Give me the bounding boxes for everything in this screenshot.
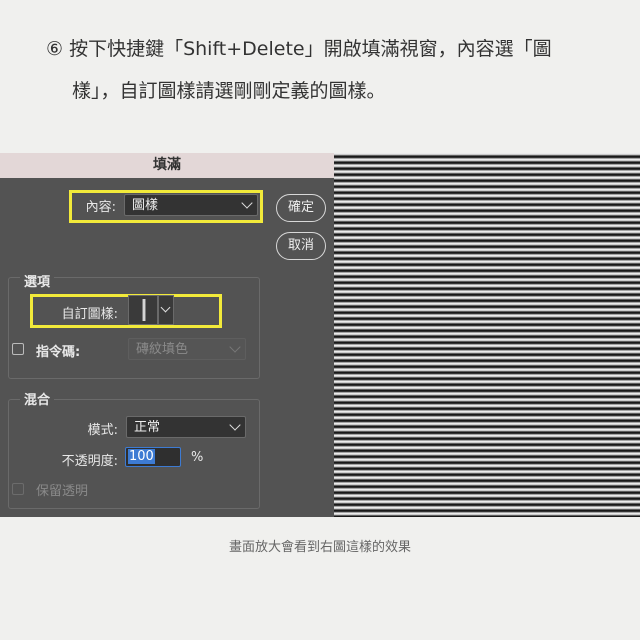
pattern-thumbnail	[142, 299, 146, 321]
instruction-line-2: 樣」，自訂圖樣請選剛剛定義的圖樣。	[72, 80, 386, 102]
caption: 畫面放大會看到右圖這樣的效果	[228, 540, 411, 555]
content-label: 內容:	[85, 200, 116, 215]
options-heading: 選項	[20, 271, 55, 290]
custom-pattern-label: 自訂圖樣:	[61, 307, 118, 322]
content-select[interactable]: 圖樣	[124, 194, 258, 216]
chevron-down-icon	[241, 197, 253, 209]
pattern-preview-image	[334, 153, 640, 517]
options-group	[8, 277, 260, 379]
mode-select-value: 正常	[134, 420, 161, 435]
script-select[interactable]: 磚紋填色	[128, 338, 246, 360]
opacity-label: 不透明度:	[61, 454, 118, 469]
chevron-down-icon	[229, 419, 241, 431]
opacity-unit: %	[191, 450, 204, 465]
chevron-down-icon	[160, 302, 171, 313]
fill-dialog: 填滿 內容: 圖樣 確定 取消 選項 自訂圖樣: 指令碼: 磚紋填色 混合 模式…	[0, 153, 334, 517]
script-checkbox[interactable]	[12, 343, 24, 355]
preserve-transparency-label: 保留透明	[36, 484, 89, 499]
mode-select[interactable]: 正常	[126, 416, 246, 438]
script-label: 指令碼:	[36, 345, 81, 360]
instruction-line-1: ⑥ 按下快捷鍵「Shift+Delete」開啟填滿視窗，內容選「圖	[46, 38, 552, 60]
cancel-button[interactable]: 取消	[276, 232, 326, 260]
content-select-value: 圖樣	[132, 198, 159, 213]
pattern-swatch[interactable]	[128, 295, 158, 325]
preserve-transparency-checkbox[interactable]	[12, 483, 24, 495]
opacity-value: 100	[128, 449, 155, 464]
opacity-input[interactable]: 100	[125, 447, 181, 467]
mode-label: 模式:	[87, 423, 118, 438]
chevron-down-icon	[229, 341, 241, 353]
pattern-picker-toggle[interactable]	[158, 295, 174, 325]
script-select-value: 磚紋填色	[136, 342, 189, 357]
blending-heading: 混合	[20, 389, 55, 408]
instruction-text: ⑥ 按下快捷鍵「Shift+Delete」開啟填滿視窗，內容選「圖 樣」，自訂圖…	[46, 38, 626, 102]
dialog-title: 填滿	[0, 153, 334, 178]
ok-button[interactable]: 確定	[276, 194, 326, 222]
